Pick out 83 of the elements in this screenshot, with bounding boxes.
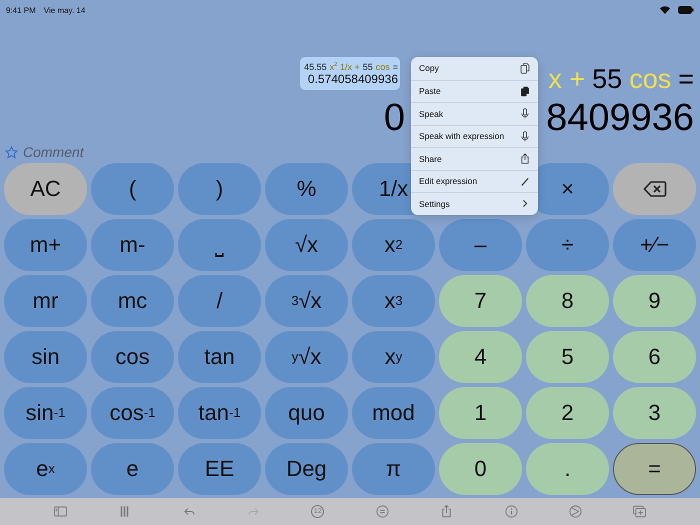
battery-icon xyxy=(678,6,694,14)
function-key[interactable]: ( xyxy=(91,163,174,215)
result-text: 8409936 xyxy=(546,97,694,140)
add-window-icon[interactable] xyxy=(632,504,648,519)
expression-token: cos xyxy=(629,64,672,95)
info-icon[interactable] xyxy=(504,504,519,519)
function-key[interactable]: $^{y}$√x xyxy=(265,331,348,383)
function-key[interactable]: ⎵ xyxy=(178,219,261,271)
backspace-button[interactable] xyxy=(613,163,696,215)
star-icon[interactable] xyxy=(5,146,18,158)
function-key[interactable]: e xyxy=(91,443,174,495)
digit-key[interactable]: 0 xyxy=(439,443,522,495)
function-key[interactable]: π xyxy=(352,443,435,495)
pencil-icon xyxy=(520,176,530,187)
result-text: 0 xyxy=(384,97,406,140)
equals-key[interactable]: = xyxy=(613,443,696,495)
function-key[interactable]: $^{3}$√x xyxy=(265,275,348,327)
digit-key[interactable]: 7 xyxy=(439,275,522,327)
menu-item[interactable]: Speak xyxy=(411,102,538,124)
expression-token: x$^{2}$ 1/x + xyxy=(330,62,360,72)
function-key[interactable]: tan xyxy=(178,331,261,383)
function-key[interactable]: x$^{y}$ xyxy=(352,331,435,383)
function-key[interactable]: ) xyxy=(178,163,261,215)
digit-key[interactable]: 5 xyxy=(526,331,609,383)
digit-key[interactable]: 4 xyxy=(439,331,522,383)
function-key[interactable]: sin$^{-1}$ xyxy=(4,387,87,439)
wifi-icon xyxy=(660,6,670,14)
expression-token: 45.55 xyxy=(304,62,327,72)
expression-token: = xyxy=(392,62,398,72)
function-key[interactable]: sin xyxy=(4,331,87,383)
paste-icon xyxy=(520,86,530,97)
expression-token: 55 xyxy=(592,64,622,95)
digit-key[interactable]: . xyxy=(526,443,609,495)
menu-item[interactable]: Paste xyxy=(411,80,538,102)
expression-token: = xyxy=(678,64,694,95)
microphone-icon xyxy=(520,108,530,120)
copy-icon xyxy=(520,62,530,74)
function-key[interactable]: m- xyxy=(91,219,174,271)
digit-key[interactable]: 9 xyxy=(613,275,696,327)
function-key[interactable]: quo xyxy=(265,387,348,439)
digit-key[interactable]: 6 xyxy=(613,331,696,383)
function-key[interactable]: – xyxy=(439,219,522,271)
expression-token: x + xyxy=(548,64,586,95)
share-icon xyxy=(520,153,530,164)
function-key[interactable]: √x xyxy=(265,219,348,271)
function-key[interactable]: cos xyxy=(91,331,174,383)
function-key[interactable]: mod xyxy=(352,387,435,439)
function-key[interactable]: e$^{x}$ xyxy=(4,443,87,495)
chevron-icon xyxy=(520,198,530,210)
play-circle-icon[interactable] xyxy=(568,504,583,519)
function-key[interactable]: x$^{2}$ xyxy=(352,219,435,271)
function-key[interactable]: EE xyxy=(178,443,261,495)
digit-key[interactable]: 1 xyxy=(439,387,522,439)
function-key[interactable]: Deg xyxy=(265,443,348,495)
function-key[interactable]: tan$^{-1}$ xyxy=(178,387,261,439)
function-key[interactable]: +∕− xyxy=(613,219,696,271)
comment-field[interactable]: Comment xyxy=(23,144,143,160)
menu-item[interactable]: Settings xyxy=(411,192,538,214)
function-key[interactable]: x$^{3}$ xyxy=(352,275,435,327)
function-key[interactable]: / xyxy=(178,275,261,327)
expression-token: 55 xyxy=(362,62,373,72)
menu-item[interactable]: Edit expression xyxy=(411,170,538,192)
list-icon[interactable] xyxy=(374,504,390,519)
menu-item[interactable]: Speak with expression xyxy=(411,124,538,147)
clear-key[interactable]: AC xyxy=(4,163,87,215)
digit-key[interactable]: 3 xyxy=(613,387,696,439)
function-key[interactable]: cos$^{-1}$ xyxy=(91,387,174,439)
status-date: Vie may. 14 xyxy=(44,6,86,14)
sidebar-icon[interactable] xyxy=(52,504,68,519)
status-time: 9:41 PM xyxy=(6,6,36,14)
microphone-icon xyxy=(520,130,530,142)
menu-item[interactable]: Share xyxy=(411,147,538,170)
backspace-icon xyxy=(642,180,666,198)
function-key[interactable]: mc xyxy=(91,275,174,327)
function-key[interactable]: mr xyxy=(4,275,87,327)
menu-item[interactable]: Copy xyxy=(411,57,538,80)
digit-key[interactable]: 8 xyxy=(526,275,609,327)
digit-key[interactable]: 2 xyxy=(526,387,609,439)
expression-token: cos xyxy=(376,62,390,72)
function-key[interactable]: m+ xyxy=(4,219,87,271)
function-key[interactable]: ÷ xyxy=(526,219,609,271)
function-key[interactable]: % xyxy=(265,163,348,215)
preview-result: 0.574058409936 xyxy=(308,72,398,86)
